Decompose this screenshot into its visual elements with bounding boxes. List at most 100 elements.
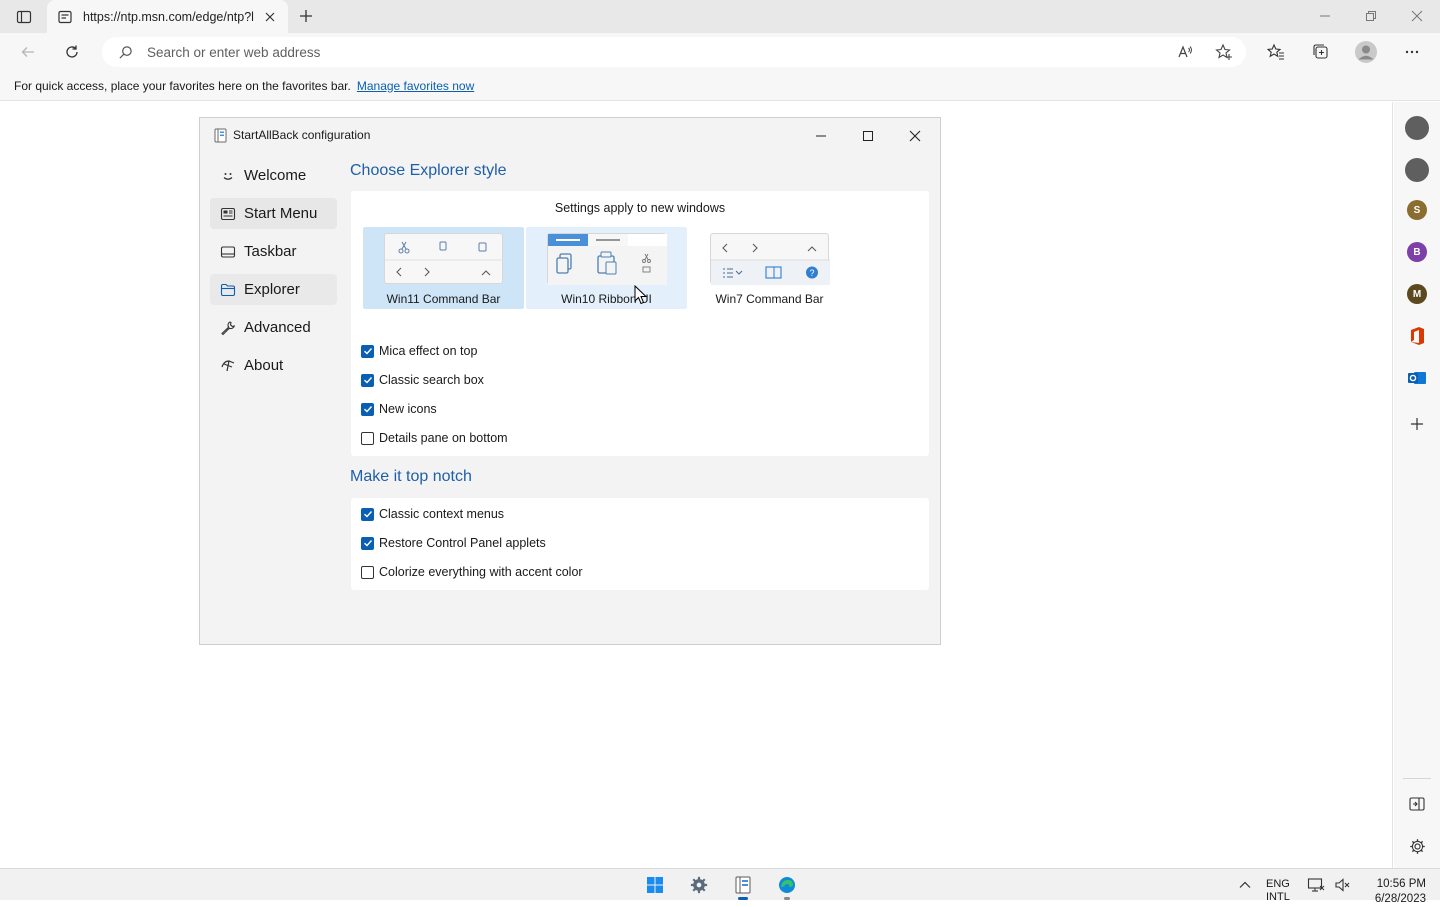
manage-favorites-link[interactable]: Manage favorites now bbox=[357, 79, 474, 93]
browser-toolbar: Search or enter web address bbox=[0, 33, 1440, 71]
checkmark-icon bbox=[363, 511, 372, 518]
style-option-win11[interactable]: Win11 Command Bar bbox=[363, 227, 524, 309]
network-icon bbox=[1307, 878, 1325, 892]
checkbox-details-pane[interactable]: Details pane on bottom bbox=[361, 428, 508, 448]
checkbox-unchecked[interactable] bbox=[361, 431, 374, 445]
back-button[interactable] bbox=[14, 38, 42, 66]
sidebar-app-m[interactable]: M bbox=[1407, 284, 1427, 304]
browser-tab[interactable]: https://ntp.msn.com/edge/ntp?l bbox=[47, 0, 288, 33]
nav-explorer[interactable]: Explorer bbox=[210, 274, 337, 305]
checkbox-label: Details pane on bottom bbox=[379, 431, 508, 445]
sidebar-app-2[interactable] bbox=[1405, 158, 1429, 182]
checkbox-classic-search[interactable]: Classic search box bbox=[361, 370, 484, 390]
checkbox-label: Mica effect on top bbox=[379, 344, 478, 358]
office-button[interactable] bbox=[1405, 324, 1429, 348]
windows-taskbar: ENG INTL 10:56 PM 6/28/2023 bbox=[0, 868, 1440, 905]
hide-sidebar-button[interactable] bbox=[1405, 792, 1429, 816]
top-notch-title: Make it top notch bbox=[350, 468, 472, 485]
checkbox-checked[interactable] bbox=[361, 402, 374, 416]
taskbar-settings-app[interactable] bbox=[688, 874, 710, 896]
style-option-label: Win11 Command Bar bbox=[386, 292, 501, 306]
tab-close-button[interactable] bbox=[262, 9, 278, 25]
style-option-win10[interactable]: Win10 Ribbon UI bbox=[526, 227, 687, 309]
dialog-maximize-button[interactable] bbox=[848, 123, 888, 149]
checkbox-classic-context-menus[interactable]: Classic context menus bbox=[361, 504, 504, 524]
checkmark-icon bbox=[363, 348, 372, 355]
sidebar-app-b-letter: B bbox=[1413, 246, 1421, 258]
new-tab-button[interactable] bbox=[294, 5, 318, 27]
favorites-button[interactable] bbox=[1262, 38, 1290, 66]
nav-start-menu[interactable]: Start Menu bbox=[210, 198, 337, 229]
nav-label: Taskbar bbox=[244, 243, 297, 260]
sidebar-app-b[interactable]: B bbox=[1407, 242, 1427, 262]
sidebar-settings-button[interactable] bbox=[1405, 834, 1429, 858]
checkbox-label: New icons bbox=[379, 402, 437, 416]
settings-more-button[interactable] bbox=[1398, 38, 1426, 66]
nav-about[interactable]: About bbox=[210, 350, 337, 381]
checkbox-new-icons[interactable]: New icons bbox=[361, 399, 437, 419]
about-icon bbox=[220, 358, 236, 374]
nav-welcome[interactable]: Welcome bbox=[210, 160, 337, 191]
keyboard-layout: INTL bbox=[1266, 891, 1290, 903]
close-icon bbox=[1411, 10, 1423, 22]
dialog-title: StartAllBack configuration bbox=[233, 128, 371, 142]
sidebar-app-m-letter: M bbox=[1412, 288, 1422, 300]
language-code: ENG bbox=[1266, 878, 1290, 890]
add-favorite-button[interactable] bbox=[1215, 43, 1233, 66]
sidebar-app-1[interactable] bbox=[1405, 116, 1429, 140]
checkmark-icon bbox=[363, 377, 372, 384]
arrow-left-icon bbox=[21, 47, 34, 57]
plus-icon bbox=[1411, 418, 1423, 430]
edge-logo-icon bbox=[779, 877, 795, 893]
nav-label: Advanced bbox=[244, 319, 311, 336]
explorer-style-panel: Settings apply to new windows Win11 Comm… bbox=[351, 191, 929, 456]
restore-icon bbox=[1366, 11, 1376, 21]
network-button[interactable] bbox=[1305, 874, 1327, 896]
tab-actions-button[interactable] bbox=[10, 6, 38, 28]
checkbox-checked[interactable] bbox=[361, 373, 374, 387]
style-option-win7[interactable]: ? Win7 Command Bar bbox=[689, 227, 850, 309]
sidebar-app-s[interactable]: S bbox=[1407, 200, 1427, 220]
checkbox-unchecked[interactable] bbox=[361, 565, 374, 579]
dialog-minimize-button[interactable] bbox=[801, 123, 841, 149]
close-window-button[interactable] bbox=[1394, 4, 1440, 28]
startallback-dialog: StartAllBack configuration Welcome Start… bbox=[199, 117, 941, 645]
language-indicator[interactable]: ENG INTL bbox=[1266, 878, 1290, 904]
style-option-label: Win7 Command Bar bbox=[715, 292, 824, 306]
minimize-button[interactable] bbox=[1302, 4, 1348, 28]
address-placeholder: Search or enter web address bbox=[147, 44, 321, 60]
read-aloud-button[interactable] bbox=[1176, 43, 1194, 66]
refresh-button[interactable] bbox=[58, 38, 86, 66]
checkbox-control-panel-applets[interactable]: Restore Control Panel applets bbox=[361, 533, 546, 553]
volume-button[interactable] bbox=[1331, 874, 1353, 896]
page-icon bbox=[58, 10, 72, 23]
taskbar-edge-app[interactable] bbox=[776, 874, 798, 900]
restore-button[interactable] bbox=[1348, 4, 1394, 28]
clock[interactable]: 10:56 PM 6/28/2023 bbox=[1370, 877, 1426, 907]
show-hidden-icons-button[interactable] bbox=[1234, 874, 1256, 896]
close-icon bbox=[909, 130, 921, 142]
outlook-button[interactable] bbox=[1405, 366, 1429, 390]
dialog-close-button[interactable] bbox=[895, 123, 935, 149]
collections-button[interactable] bbox=[1307, 38, 1335, 66]
checkbox-mica[interactable]: Mica effect on top bbox=[361, 341, 477, 361]
profile-button[interactable] bbox=[1352, 38, 1380, 66]
volume-muted-icon bbox=[1335, 878, 1350, 892]
collections-icon bbox=[1313, 44, 1328, 59]
address-bar[interactable]: Search or enter web address bbox=[102, 37, 1246, 67]
checkbox-checked[interactable] bbox=[361, 507, 374, 521]
taskbar-startallback-app[interactable] bbox=[732, 874, 754, 900]
more-icon bbox=[1405, 50, 1419, 54]
nav-taskbar[interactable]: Taskbar bbox=[210, 236, 337, 267]
start-button[interactable] bbox=[644, 874, 666, 896]
nav-advanced[interactable]: Advanced bbox=[210, 312, 337, 343]
refresh-icon bbox=[66, 45, 78, 58]
nav-label: About bbox=[244, 357, 284, 374]
read-aloud-icon bbox=[1178, 45, 1192, 58]
settings-gear-icon bbox=[690, 876, 708, 894]
checkbox-label: Classic context menus bbox=[379, 507, 505, 521]
checkbox-checked[interactable] bbox=[361, 536, 374, 550]
checkbox-checked[interactable] bbox=[361, 344, 374, 358]
sidebar-add-button[interactable] bbox=[1405, 412, 1429, 436]
checkbox-colorize-accent[interactable]: Colorize everything with accent color bbox=[361, 562, 583, 582]
